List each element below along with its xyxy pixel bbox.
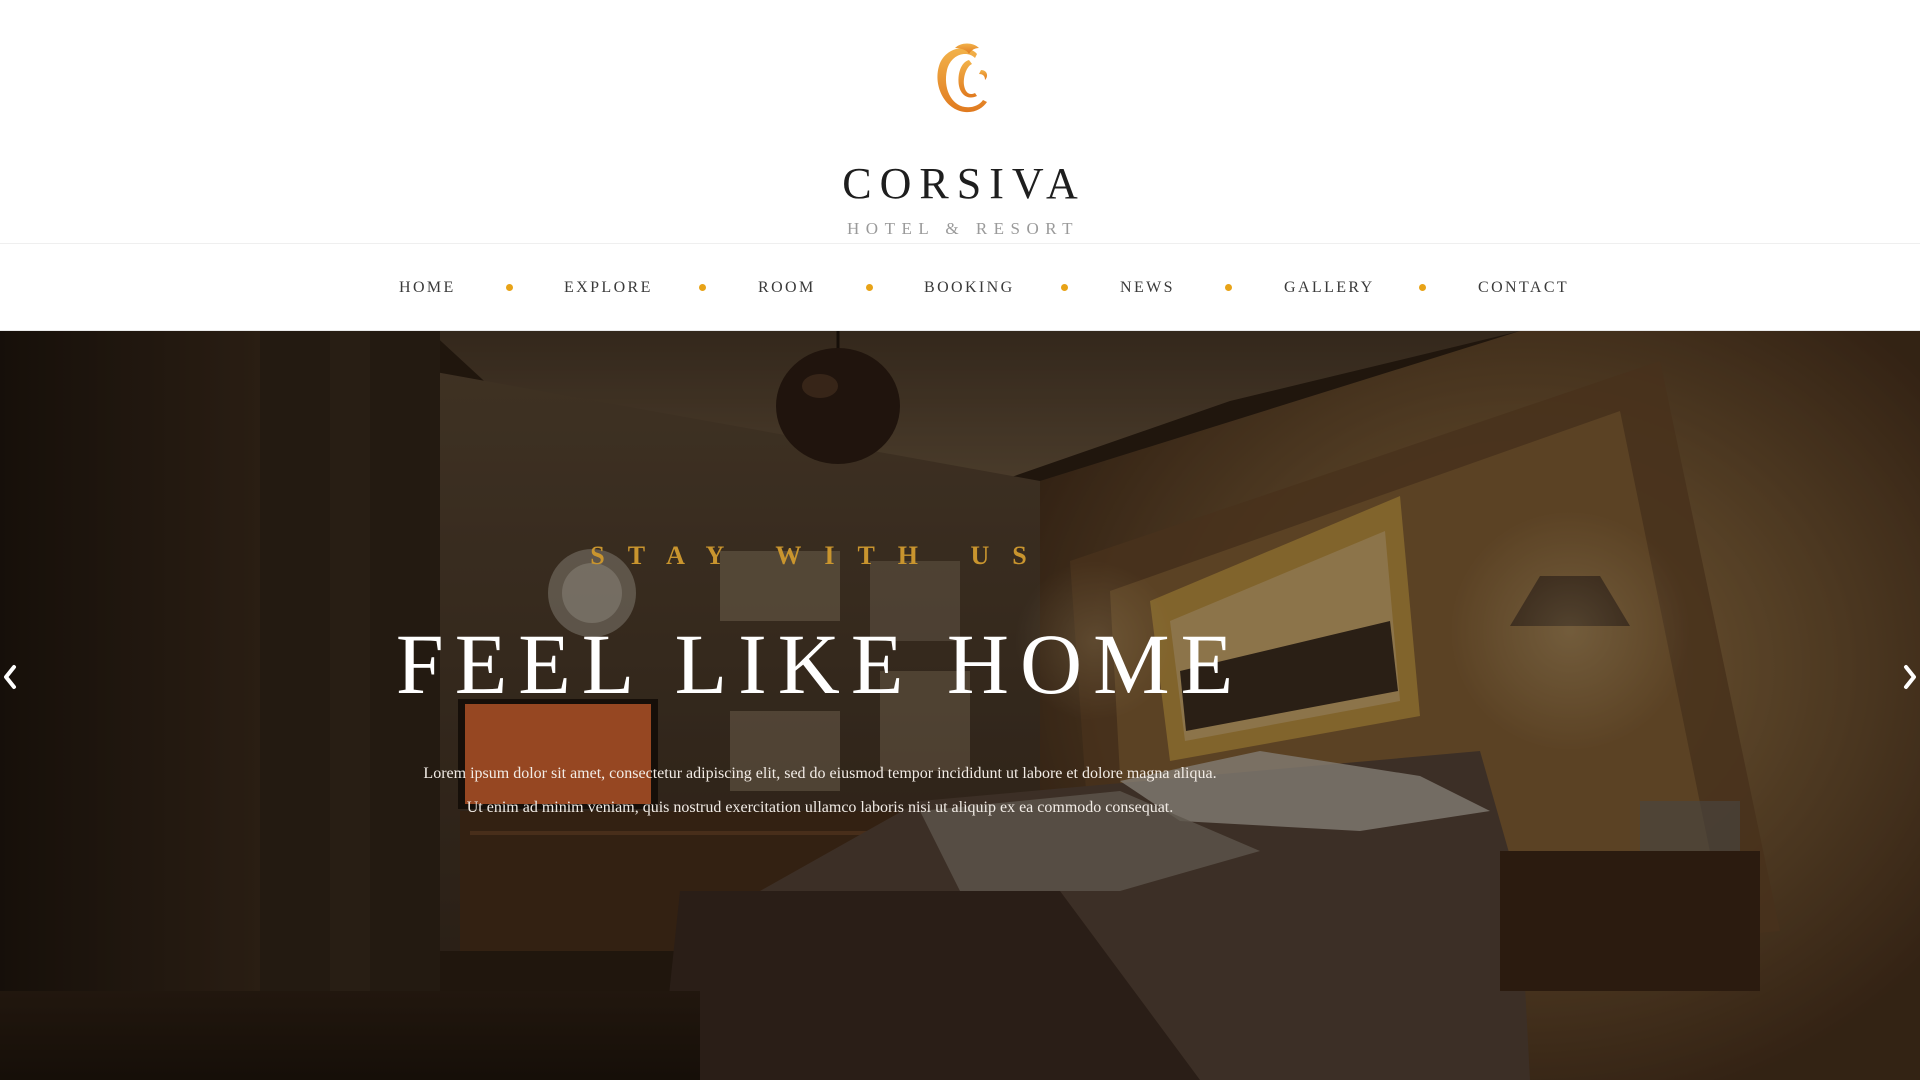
nav-separator-dot xyxy=(866,284,873,291)
slider-prev-button[interactable] xyxy=(0,655,40,699)
nav-separator-dot xyxy=(1061,284,1068,291)
nav-separator-dot xyxy=(1419,284,1426,291)
nav-item-contact[interactable]: CONTACT xyxy=(1478,244,1569,332)
nav-separator-dot xyxy=(699,284,706,291)
main-navigation: HOME EXPLORE ROOM BOOKING NEWS GALLERY C… xyxy=(0,243,1920,331)
hero-description: Lorem ipsum dolor sit amet, consectetur … xyxy=(423,765,1217,816)
nav-item-explore[interactable]: EXPLORE xyxy=(564,244,653,332)
hero-slider: STAY WITH US FEEL LIKE HOME Lorem ipsum … xyxy=(0,331,1920,1080)
nav-separator-dot xyxy=(506,284,513,291)
nav-item-news[interactable]: NEWS xyxy=(1120,244,1175,332)
nav-item-room[interactable]: ROOM xyxy=(758,244,816,332)
nav-item-home[interactable]: HOME xyxy=(399,244,456,332)
chevron-right-icon xyxy=(1904,665,1916,689)
nav-item-booking[interactable]: BOOKING xyxy=(924,244,1015,332)
site-header: CORSIVA HOTEL & RESORT xyxy=(0,0,1920,243)
brand-name: CORSIVA xyxy=(842,159,1086,208)
chevron-left-icon xyxy=(4,665,16,689)
hero-title: FEEL LIKE HOME xyxy=(395,616,1245,712)
brand-subtitle: HOTEL & RESORT xyxy=(847,219,1079,238)
ornate-letter-c-logo-icon xyxy=(937,43,988,113)
nav-item-gallery[interactable]: GALLERY xyxy=(1284,244,1375,332)
hero-eyebrow: STAY WITH US xyxy=(590,541,1050,570)
nav-separator-dot xyxy=(1225,284,1232,291)
slider-next-button[interactable] xyxy=(1880,655,1920,699)
logo[interactable]: CORSIVA HOTEL & RESORT xyxy=(0,40,1920,238)
